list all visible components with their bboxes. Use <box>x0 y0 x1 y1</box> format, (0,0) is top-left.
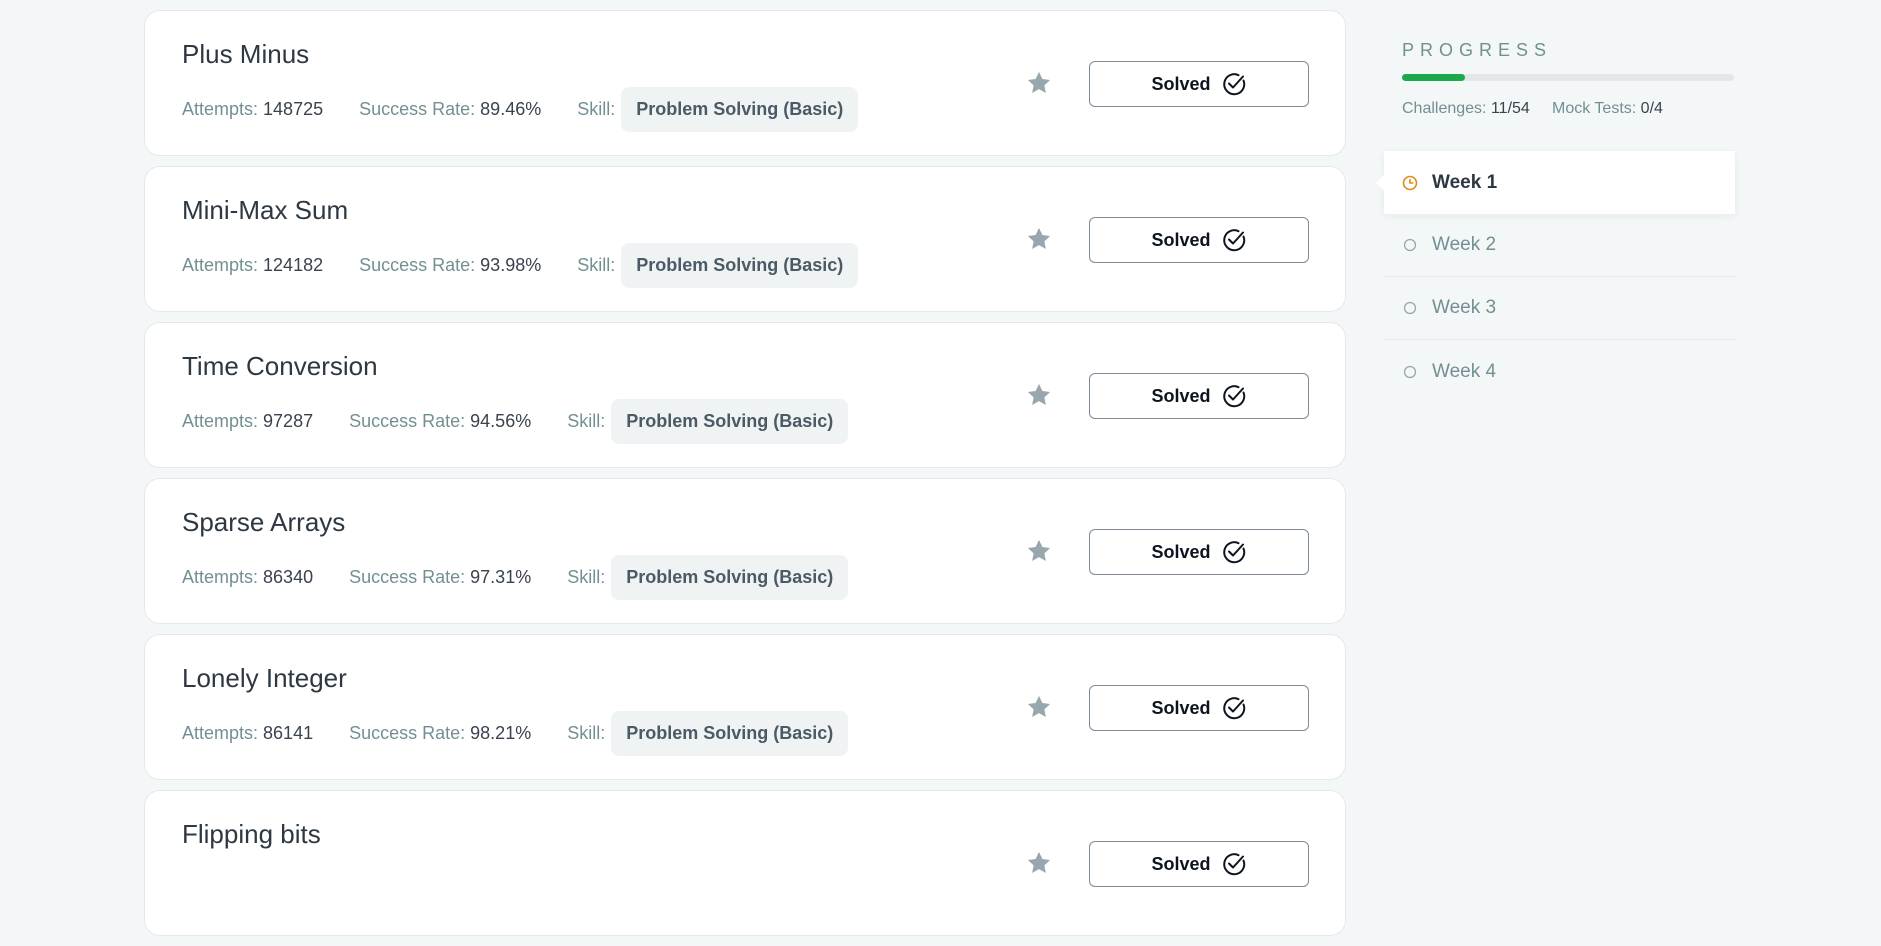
attempts-label: Attempts: <box>182 566 259 587</box>
success-rate-label: Success Rate: <box>349 722 466 743</box>
solved-button[interactable]: Solved <box>1089 217 1309 263</box>
week-item-3[interactable]: Week 3 <box>1384 277 1735 340</box>
challenge-meta: Attempts: 86141 Success Rate: 98.21% Skill… <box>182 709 849 757</box>
success-rate-label: Success Rate: <box>349 410 466 431</box>
success-rate-value: 93.98% <box>480 254 542 275</box>
challenge-card: Lonely Integer Attempts: 86141 Success Ra… <box>144 634 1346 780</box>
challenges-count-value: 11/54 <box>1490 100 1530 117</box>
solved-label: Solved <box>1151 541 1211 562</box>
week-label: Week 1 <box>1432 171 1498 193</box>
skill-label: Skill: <box>567 566 606 587</box>
skill-chip: Problem Solving (Basic) <box>611 710 849 756</box>
progress-counts: Challenges: 11/54 Mock Tests: 0/4 <box>1402 100 1663 118</box>
star-icon[interactable] <box>1025 225 1053 253</box>
challenge-card: Flipping bits Solved <box>144 790 1346 936</box>
challenge-meta: Attempts: 124182 Success Rate: 93.98% Skil… <box>182 241 859 289</box>
check-circle-icon <box>1222 697 1245 720</box>
challenge-list: Plus Minus Attempts: 148725 Success Rate:… <box>144 10 1346 946</box>
solved-button[interactable]: Solved <box>1089 529 1309 575</box>
attempts-value: 86141 <box>263 722 314 743</box>
attempts-value: 97287 <box>263 410 314 431</box>
circle-icon <box>1403 238 1417 252</box>
solved-label: Solved <box>1151 697 1211 718</box>
challenge-card: Sparse Arrays Attempts: 86340 Success Rat… <box>144 478 1346 624</box>
skill-label: Skill: <box>577 98 616 119</box>
attempts-label: Attempts: <box>182 722 259 743</box>
solved-button[interactable]: Solved <box>1089 373 1309 419</box>
week-item-4[interactable]: Week 4 <box>1384 340 1735 403</box>
success-rate-value: 98.21% <box>470 722 532 743</box>
success-rate-label: Success Rate: <box>359 254 476 275</box>
success-rate-label: Success Rate: <box>349 566 466 587</box>
attempts-label: Attempts: <box>182 98 259 119</box>
solved-button[interactable]: Solved <box>1089 841 1309 887</box>
solved-button[interactable]: Solved <box>1089 61 1309 107</box>
check-circle-icon <box>1222 541 1245 564</box>
solved-label: Solved <box>1151 73 1211 94</box>
solved-label: Solved <box>1151 385 1211 406</box>
skill-label: Skill: <box>567 722 606 743</box>
attempts-value: 148725 <box>263 98 324 119</box>
progress-bar-fill <box>1402 74 1466 81</box>
skill-label: Skill: <box>577 254 616 275</box>
solved-label: Solved <box>1151 853 1211 874</box>
challenge-meta: Attempts: 86340 Success Rate: 97.31% Skill… <box>182 553 849 601</box>
skill-label: Skill: <box>567 410 606 431</box>
week-item-2[interactable]: Week 2 <box>1384 214 1735 277</box>
progress-title: PROGRESS <box>1402 40 1553 60</box>
circle-icon <box>1403 301 1417 315</box>
check-circle-icon <box>1222 229 1245 252</box>
skill-chip: Problem Solving (Basic) <box>611 554 849 600</box>
solved-button[interactable]: Solved <box>1089 685 1309 731</box>
success-rate-value: 89.46% <box>480 98 542 119</box>
attempts-label: Attempts: <box>182 410 259 431</box>
success-rate-label: Success Rate: <box>359 98 476 119</box>
challenge-card: Time Conversion Attempts: 97287 Success R… <box>144 322 1346 468</box>
skill-chip: Problem Solving (Basic) <box>621 86 859 132</box>
check-circle-icon <box>1222 853 1245 876</box>
progress-bar <box>1402 74 1734 81</box>
star-icon[interactable] <box>1025 381 1053 409</box>
week-list: Week 1 Week 2 Week 3 Week 4 <box>1376 151 1735 403</box>
week-label: Week 2 <box>1432 234 1497 255</box>
star-icon[interactable] <box>1025 69 1053 97</box>
skill-chip: Problem Solving (Basic) <box>611 398 849 444</box>
week-item-1[interactable]: Week 1 <box>1376 151 1735 214</box>
check-circle-icon <box>1222 385 1245 408</box>
challenge-title[interactable]: Lonely Integer <box>182 663 347 694</box>
star-icon[interactable] <box>1025 693 1053 721</box>
success-rate-value: 94.56% <box>470 410 532 431</box>
challenges-count-label: Challenges: <box>1402 100 1487 117</box>
circle-icon <box>1403 365 1417 378</box>
week-label: Week 3 <box>1432 297 1497 318</box>
challenge-title[interactable]: Plus Minus <box>182 39 309 70</box>
challenge-title[interactable]: Mini-Max Sum <box>182 195 348 226</box>
challenge-card: Mini-Max Sum Attempts: 124182 Success Rat… <box>144 166 1346 312</box>
challenge-title[interactable]: Sparse Arrays <box>182 507 345 538</box>
mock-tests-label: Mock Tests: <box>1552 100 1637 117</box>
solved-label: Solved <box>1151 229 1211 250</box>
challenge-title[interactable]: Time Conversion <box>182 351 378 382</box>
challenge-meta: Attempts: 97287 Success Rate: 94.56% Skill… <box>182 397 849 445</box>
star-icon[interactable] <box>1025 537 1053 565</box>
mock-tests-value: 0/4 <box>1640 100 1663 117</box>
week-label: Week 4 <box>1432 360 1497 382</box>
clock-icon <box>1402 175 1418 190</box>
challenge-meta: Attempts: 148725 Success Rate: 89.46% Skil… <box>182 85 859 133</box>
challenge-card: Plus Minus Attempts: 148725 Success Rate:… <box>144 10 1346 156</box>
skill-chip: Problem Solving (Basic) <box>621 242 859 288</box>
attempts-value: 124182 <box>263 254 324 275</box>
challenge-title[interactable]: Flipping bits <box>182 819 321 850</box>
success-rate-value: 97.31% <box>470 566 532 587</box>
check-circle-icon <box>1222 73 1245 96</box>
attempts-value: 86340 <box>263 566 314 587</box>
attempts-label: Attempts: <box>182 254 259 275</box>
star-icon[interactable] <box>1025 849 1053 877</box>
